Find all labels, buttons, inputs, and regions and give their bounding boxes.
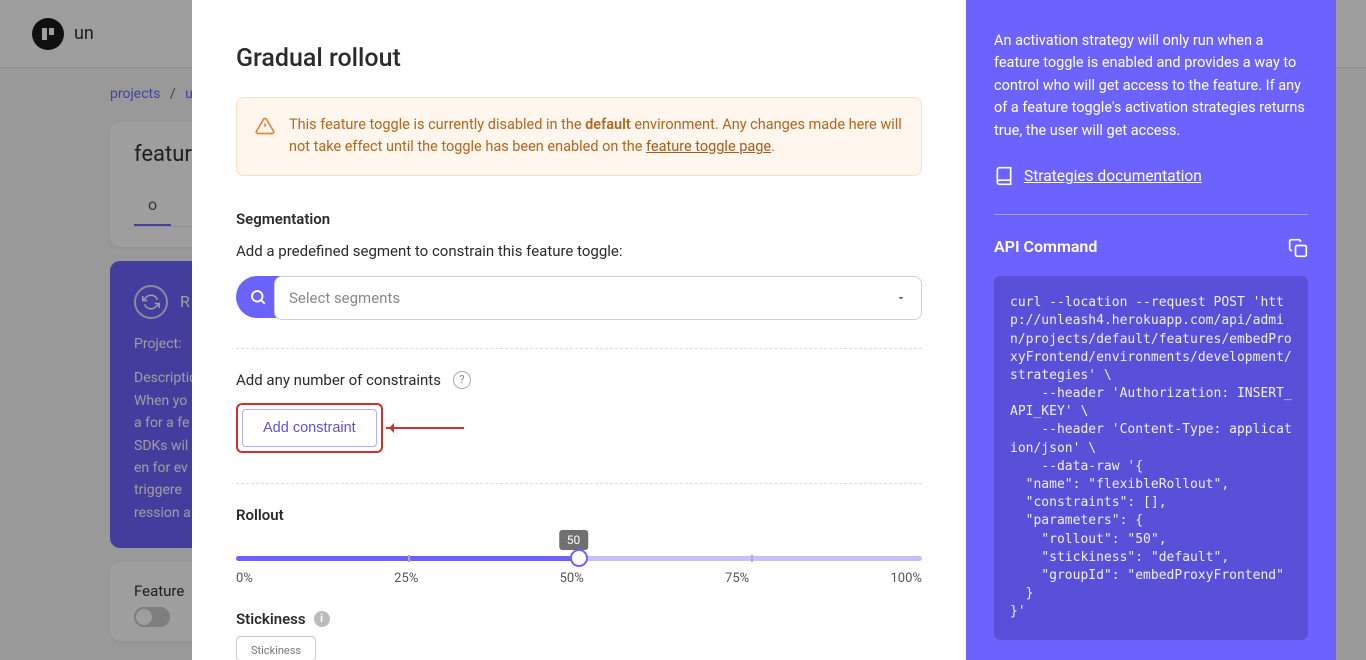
- api-code-block[interactable]: curl --location --request POST 'http://u…: [994, 276, 1308, 639]
- modal-side-panel: An activation strategy will only run whe…: [966, 0, 1336, 660]
- label-100: 100%: [891, 571, 922, 586]
- strategy-modal: Gradual rollout This feature toggle is c…: [192, 0, 1336, 660]
- label-75: 75%: [725, 571, 749, 586]
- rollout-heading: Rollout: [236, 506, 922, 524]
- add-constraint-button[interactable]: Add constraint: [242, 409, 377, 447]
- segment-selector-row: Select segments: [236, 276, 922, 320]
- alert-pre: This feature toggle is currently disable…: [289, 116, 585, 133]
- divider: [236, 348, 922, 349]
- feature-toggle-page-link[interactable]: feature toggle page: [646, 138, 771, 155]
- stickiness-field-label: Stickiness: [247, 644, 305, 657]
- info-icon[interactable]: i: [314, 611, 330, 627]
- modal-title: Gradual rollout: [236, 44, 922, 73]
- rollout-slider[interactable]: 50 0% 25% 50% 75% 100%: [236, 536, 922, 586]
- alert-env: default: [585, 116, 631, 133]
- side-divider: [994, 214, 1308, 215]
- stickiness-field[interactable]: Stickiness: [236, 636, 922, 660]
- segment-placeholder: Select segments: [289, 289, 400, 307]
- warning-icon: [255, 116, 275, 159]
- alert-post: .: [771, 138, 775, 155]
- stickiness-heading: Stickiness: [236, 610, 306, 628]
- strategy-description: An activation strategy will only run whe…: [994, 30, 1308, 142]
- segmentation-sub: Add a predefined segment to constrain th…: [236, 242, 922, 260]
- doc-link-row: Strategies documentation: [994, 164, 1308, 188]
- copy-icon[interactable]: [1288, 238, 1308, 258]
- strategies-doc-link[interactable]: Strategies documentation: [1024, 164, 1202, 188]
- annotation-arrow: [386, 427, 464, 429]
- modal-main-panel: Gradual rollout This feature toggle is c…: [192, 0, 966, 660]
- slider-tick-25: [408, 555, 410, 562]
- alert-text: This feature toggle is currently disable…: [289, 114, 903, 159]
- label-25: 25%: [394, 571, 418, 586]
- add-constraint-highlight: Add constraint: [236, 403, 383, 453]
- stickiness-heading-row: Stickiness i: [236, 610, 922, 628]
- api-command-header: API Command: [994, 235, 1308, 260]
- segmentation-heading: Segmentation: [236, 210, 922, 228]
- slider-track: [236, 556, 922, 561]
- slider-labels: 0% 25% 50% 75% 100%: [236, 571, 922, 586]
- chevron-down-icon: [895, 292, 907, 304]
- label-0: 0%: [236, 571, 253, 586]
- book-icon: [994, 166, 1014, 186]
- help-icon[interactable]: ?: [453, 371, 471, 389]
- constraints-label: Add any number of constraints: [236, 371, 441, 389]
- divider-2: [236, 483, 922, 484]
- segment-select[interactable]: Select segments: [274, 276, 922, 320]
- api-command-title: API Command: [994, 235, 1097, 260]
- slider-value-tooltip: 50: [559, 530, 589, 550]
- label-50: 50%: [560, 571, 584, 586]
- constraints-label-row: Add any number of constraints ?: [236, 371, 922, 389]
- slider-tick-75: [751, 555, 753, 562]
- disabled-alert: This feature toggle is currently disable…: [236, 97, 922, 176]
- slider-thumb[interactable]: [570, 549, 588, 567]
